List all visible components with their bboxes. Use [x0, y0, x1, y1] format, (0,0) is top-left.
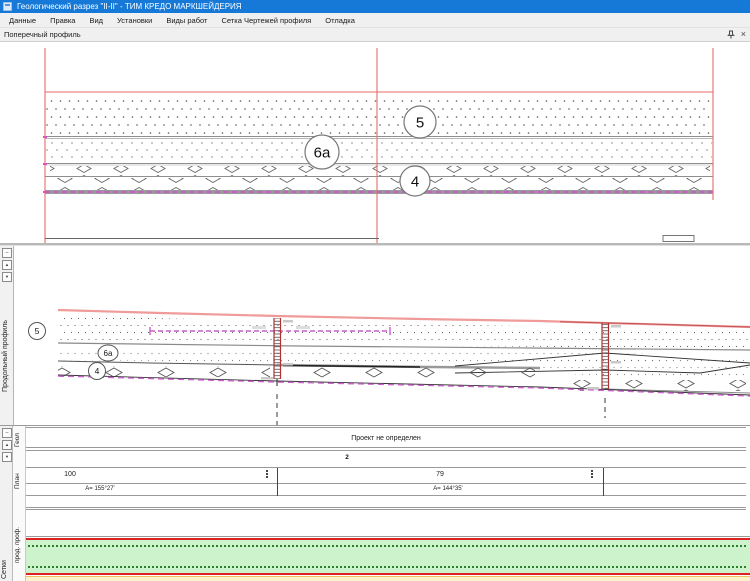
- long-profile-title: Продольный профиль: [2, 296, 12, 416]
- plan-distance-2: 79: [277, 471, 603, 478]
- profile-grid-green-band[interactable]: [26, 540, 750, 573]
- application-window: Геологический разрез "II-II" - ТИМ КРЕДО…: [0, 0, 750, 580]
- cross-profile-drawing: 5 6а 4: [0, 42, 750, 243]
- grid-section-divider: [26, 507, 746, 510]
- grids-content: Проект не определен 2 100 79 А= 155°27' …: [26, 426, 750, 581]
- long-layer-label-5: 5: [35, 326, 40, 336]
- window-title: Геологический разрез "II-II" - ТИМ КРЕДО…: [17, 2, 242, 11]
- menu-item-settings[interactable]: Установки: [110, 16, 159, 25]
- cross-layer-label-4: 4: [411, 174, 419, 191]
- profile-grid-red-line: [26, 573, 750, 575]
- menu-item-data[interactable]: Данные: [2, 16, 43, 25]
- menu-item-view[interactable]: Вид: [82, 16, 110, 25]
- cross-profile-header: Поперечный профиль ×: [0, 28, 750, 42]
- cross-layer-label-5: 5: [416, 115, 424, 132]
- plan-station-label: 2: [322, 454, 372, 461]
- green-dotted-line: [28, 566, 746, 568]
- station-marker-icon: [266, 470, 268, 478]
- geology-project-text: Проект не определен: [351, 435, 421, 442]
- window-titlebar[interactable]: Геологический разрез "II-II" - ТИМ КРЕДО…: [0, 0, 750, 13]
- plan-cell-divider: [277, 468, 278, 496]
- menu-item-worktypes[interactable]: Виды работ: [159, 16, 214, 25]
- plan-azimuth-1: А= 155°27': [26, 486, 174, 492]
- grids-panel[interactable]: – ▲ ▼ Сетки Геол План прод. проф. Проект…: [0, 425, 750, 580]
- panel-up-button[interactable]: ▲: [2, 260, 12, 270]
- grid-row-labels: Геол План прод. проф.: [13, 426, 26, 581]
- profile-grid-yellow-band: [26, 576, 750, 581]
- green-dotted-line: [28, 545, 746, 547]
- geology-project-bar[interactable]: Проект не определен: [26, 430, 746, 447]
- long-profile-panel[interactable]: – ▲ ▼ Продольный профиль: [0, 245, 750, 425]
- menu-bar: Данные Правка Вид Установки Виды работ С…: [0, 13, 750, 28]
- plan-azimuth-2: А= 144°35': [277, 486, 619, 492]
- cross-layer-label-6a: 6а: [314, 145, 331, 162]
- grids-down-button[interactable]: ▼: [2, 452, 12, 462]
- menu-item-profile-grid[interactable]: Сетка Чертежей профиля: [214, 16, 318, 25]
- long-layer-label-4: 4: [95, 366, 100, 376]
- grids-sidebar: – ▲ ▼ Сетки: [0, 426, 13, 581]
- grid-row-label-geol[interactable]: Геол: [14, 428, 25, 452]
- app-icon: [3, 2, 12, 11]
- grids-panel-title: Сетки: [1, 524, 11, 579]
- panel-down-button[interactable]: ▼: [2, 272, 12, 282]
- cross-profile-title: Поперечный профиль: [4, 30, 727, 39]
- long-profile-drawing: 5 6а 4: [14, 246, 750, 426]
- menu-item-debug[interactable]: Отладка: [318, 16, 362, 25]
- plan-distance-1: 100: [26, 471, 114, 478]
- plan-cell-divider: [603, 468, 604, 496]
- panel-minimize-button[interactable]: –: [2, 248, 12, 258]
- grid-row-label-prof[interactable]: прод. проф.: [14, 512, 25, 578]
- long-layer-label-6a: 6а: [104, 349, 113, 358]
- close-icon[interactable]: ×: [741, 30, 746, 39]
- station-marker-icon: [591, 470, 593, 478]
- grids-minimize-button[interactable]: –: [2, 428, 12, 438]
- pin-icon[interactable]: [727, 30, 735, 39]
- cross-profile-panel[interactable]: 5 6а 4: [0, 42, 750, 243]
- menu-item-edit[interactable]: Правка: [43, 16, 82, 25]
- grid-row-label-plan[interactable]: План: [14, 456, 25, 506]
- grids-up-button[interactable]: ▲: [2, 440, 12, 450]
- long-profile-sidebar: – ▲ ▼ Продольный профиль: [0, 246, 14, 425]
